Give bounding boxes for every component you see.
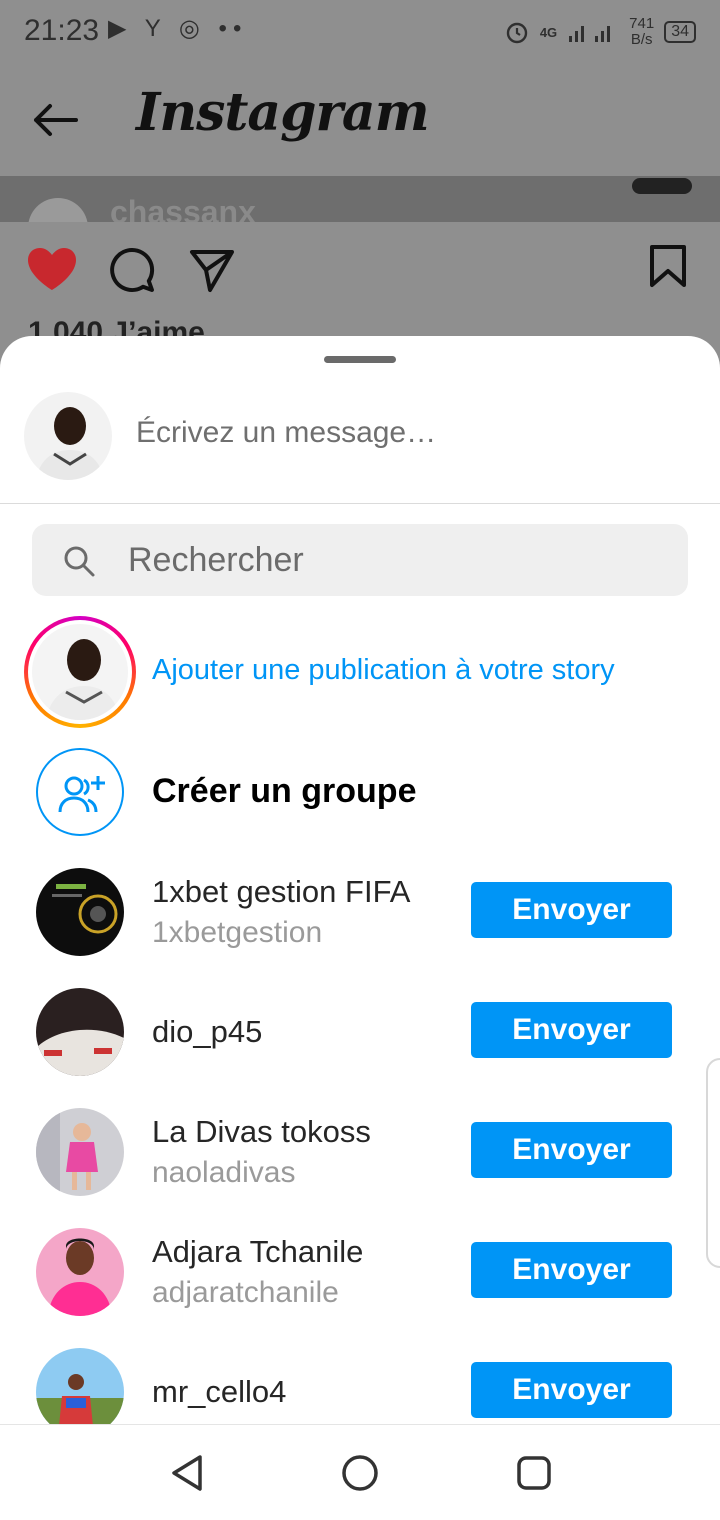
- mute-icon: [632, 178, 692, 194]
- post-actions: [0, 230, 720, 310]
- contact-avatar: [36, 868, 124, 956]
- contact-row[interactable]: Adjara Tchanile adjaratchanile Envoyer: [0, 1226, 720, 1318]
- contact-handle: adjaratchanile: [152, 1276, 339, 1309]
- contact-row[interactable]: mr_cello4 Envoyer: [0, 1346, 720, 1424]
- send-button[interactable]: Envoyer: [471, 1362, 672, 1418]
- comment-icon[interactable]: [108, 246, 156, 294]
- network-speed: 741 B/s: [629, 16, 654, 48]
- contact-name: La Divas tokoss: [152, 1114, 371, 1149]
- add-to-story-row[interactable]: Ajouter une publication à votre story: [0, 616, 720, 728]
- create-group-label: Créer un groupe: [152, 772, 417, 810]
- contact-name: mr_cello4: [152, 1374, 287, 1409]
- story-ring: [24, 616, 136, 728]
- search-input[interactable]: [128, 538, 668, 582]
- heart-icon[interactable]: [26, 246, 78, 292]
- instagram-logo: Instagram: [136, 82, 430, 143]
- nav-back-icon[interactable]: [168, 1453, 206, 1493]
- send-button[interactable]: Envoyer: [471, 1002, 672, 1058]
- contact-row[interactable]: 1xbet gestion FIFA 1xbetgestion Envoyer: [0, 866, 720, 958]
- share-sheet: Ajouter une publication à votre story Cr…: [0, 336, 720, 1424]
- contact-avatar: [36, 988, 124, 1076]
- send-button[interactable]: Envoyer: [471, 1242, 672, 1298]
- contact-name: Adjara Tchanile: [152, 1234, 364, 1269]
- contact-avatar: [36, 1348, 124, 1424]
- status-right-icons: 4G 741 B/s 34: [504, 12, 696, 52]
- contact-name: 1xbet gestion FIFA: [152, 874, 411, 909]
- add-to-story-label: Ajouter une publication à votre story: [152, 654, 615, 686]
- nav-recents-icon[interactable]: [516, 1455, 552, 1491]
- contact-row[interactable]: La Divas tokoss naoladivas Envoyer: [0, 1106, 720, 1198]
- send-button[interactable]: Envoyer: [471, 1122, 672, 1178]
- message-input[interactable]: [136, 416, 696, 450]
- story-avatar: [32, 624, 128, 720]
- contact-row[interactable]: dio_p45 Envoyer: [0, 986, 720, 1078]
- post-author-avatar: [28, 198, 88, 222]
- app-header: Instagram: [0, 64, 720, 176]
- scroll-handle[interactable]: [706, 1058, 720, 1268]
- message-compose: [0, 386, 720, 504]
- status-bar: 21:23 ▶ Y ◎ •• 4G 741 B/s 34: [0, 0, 720, 64]
- system-nav-bar: [0, 1424, 720, 1520]
- nav-home-icon[interactable]: [340, 1453, 380, 1493]
- send-button[interactable]: Envoyer: [471, 882, 672, 938]
- battery-icon: 34: [664, 21, 696, 43]
- share-icon[interactable]: [188, 246, 236, 294]
- speed-value: 741: [629, 15, 655, 32]
- status-time: 21:23: [24, 14, 100, 47]
- search-icon: [64, 546, 95, 577]
- post-header: chassanx: [0, 176, 720, 222]
- add-people-icon: [58, 776, 105, 813]
- speed-unit: B/s: [630, 31, 653, 48]
- alarm-icon: [506, 22, 528, 44]
- signal-icon: [569, 26, 611, 42]
- post-username: chassanx: [110, 194, 256, 222]
- contact-name: dio_p45: [152, 1014, 263, 1049]
- contact-avatar: [36, 1228, 124, 1316]
- contact-handle: naoladivas: [152, 1156, 296, 1189]
- back-arrow-icon[interactable]: [30, 100, 80, 140]
- search-bar[interactable]: [32, 524, 688, 596]
- contact-avatar: [36, 1108, 124, 1196]
- contact-handle: 1xbetgestion: [152, 916, 323, 949]
- create-group-row[interactable]: Créer un groupe: [0, 746, 720, 838]
- network-type: 4G: [539, 24, 558, 40]
- notification-icons: ▶ Y ◎ ••: [108, 15, 248, 42]
- sheet-drag-handle[interactable]: [324, 356, 396, 363]
- bookmark-icon[interactable]: [648, 244, 688, 288]
- own-avatar: [24, 392, 112, 480]
- create-group-circle: [36, 748, 124, 836]
